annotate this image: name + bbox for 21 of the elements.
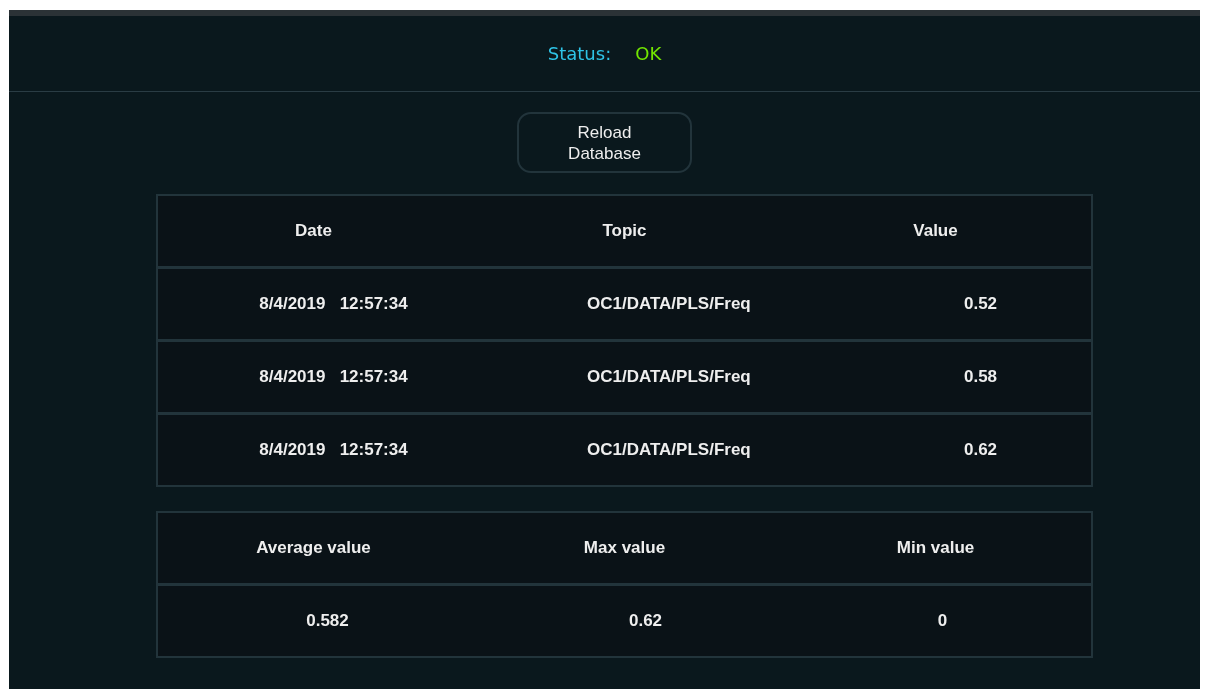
column-header: Average value: [255, 538, 372, 558]
summary-cell-text: 0.582: [305, 611, 350, 631]
column-header: Topic: [601, 221, 648, 241]
reload-database-button[interactable]: Reload Database: [517, 112, 692, 173]
column-header: Date: [294, 221, 333, 241]
summary-cell-text: 0: [936, 611, 949, 631]
topic-cell-text: OC1/DATA/PLS/Freq: [586, 367, 752, 387]
summary-cell-text: 0.62: [627, 611, 664, 631]
date-cell-text: 8/4/2019 12:57:34: [258, 294, 409, 314]
status-label: Status:: [547, 43, 612, 64]
topic-cell-text: OC1/DATA/PLS/Freq: [586, 440, 752, 460]
date-cell-text: 8/4/2019 12:57:34: [258, 440, 409, 460]
date-cell-text: 8/4/2019 12:57:34: [258, 367, 409, 387]
value-cell-text: 0.52: [962, 294, 999, 314]
value-cell-text: 0.62: [962, 440, 999, 460]
topic-cell-text: OC1/DATA/PLS/Freq: [586, 294, 752, 314]
column-header: Value: [912, 221, 959, 241]
value-cell-text: 0.58: [962, 367, 999, 387]
column-header: Max value: [582, 538, 667, 558]
column-header: Min value: [895, 538, 976, 558]
status-value: OK: [635, 43, 662, 64]
